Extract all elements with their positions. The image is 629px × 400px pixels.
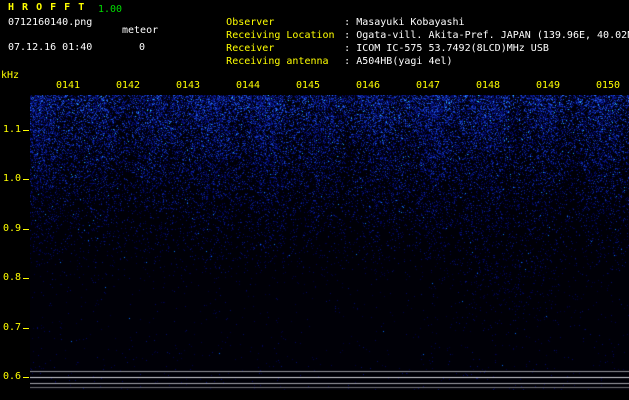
meteor-count-label: meteor [122, 25, 159, 36]
freq-unit-label: kHz [1, 70, 20, 81]
freq-axis-tick [23, 229, 29, 230]
freq-axis-label: 1.0 [3, 173, 22, 184]
time-axis-label: 0149 [536, 80, 561, 91]
info-label: Receiving Location [226, 30, 335, 41]
info-label: Observer [226, 17, 275, 28]
freq-axis-label: 1.1 [3, 124, 22, 135]
freq-axis-tick [23, 377, 29, 378]
observation-timestamp: 07.12.16 01:40 [8, 42, 93, 53]
info-separator: : [344, 43, 351, 54]
info-label: Receiving antenna [226, 56, 329, 67]
spectrogram-canvas [30, 95, 629, 390]
info-label: Receiver [226, 43, 275, 54]
time-axis-label: 0145 [296, 80, 321, 91]
time-axis-label: 0146 [356, 80, 381, 91]
freq-axis-tick [23, 328, 29, 329]
time-axis-label: 0150 [596, 80, 621, 91]
time-axis-label: 0144 [236, 80, 261, 91]
app-title: H R O F F T [8, 2, 86, 13]
station-info-panel: Observer: Masayuki Kobayashi Receiving Lo… [178, 3, 629, 67]
info-value: Ogata-vill. Akita-Pref. JAPAN (139.96E, … [356, 30, 629, 41]
freq-axis-tick [23, 278, 29, 279]
time-axis-label: 0142 [116, 80, 141, 91]
freq-axis-label: 0.6 [3, 371, 22, 382]
info-row-observer: Observer: Masayuki Kobayashi [178, 3, 629, 28]
freq-axis-tick [23, 179, 29, 180]
output-filename: 0712160140.png [8, 17, 93, 28]
hrofft-screen: H R O F F T 1.00 0712160140.png meteor 0… [0, 0, 629, 400]
app-version: 1.00 [98, 4, 123, 15]
time-axis-label: 0147 [416, 80, 441, 91]
freq-axis-tick [23, 130, 29, 131]
info-separator: : [344, 56, 351, 67]
time-axis-label: 0143 [176, 80, 201, 91]
info-separator: : [344, 17, 351, 28]
time-axis-label: 0141 [56, 80, 81, 91]
freq-axis-label: 0.9 [3, 223, 22, 234]
meteor-count-value: 0 [139, 42, 146, 53]
freq-axis-label: 0.8 [3, 272, 22, 283]
freq-axis-label: 0.7 [3, 322, 22, 333]
info-value: A504HB(yagi 4el) [356, 56, 453, 67]
time-axis-label: 0148 [476, 80, 501, 91]
info-value: Masayuki Kobayashi [356, 17, 465, 28]
info-separator: : [344, 30, 351, 41]
info-value: ICOM IC-575 53.7492(8LCD)MHz USB [356, 43, 549, 54]
